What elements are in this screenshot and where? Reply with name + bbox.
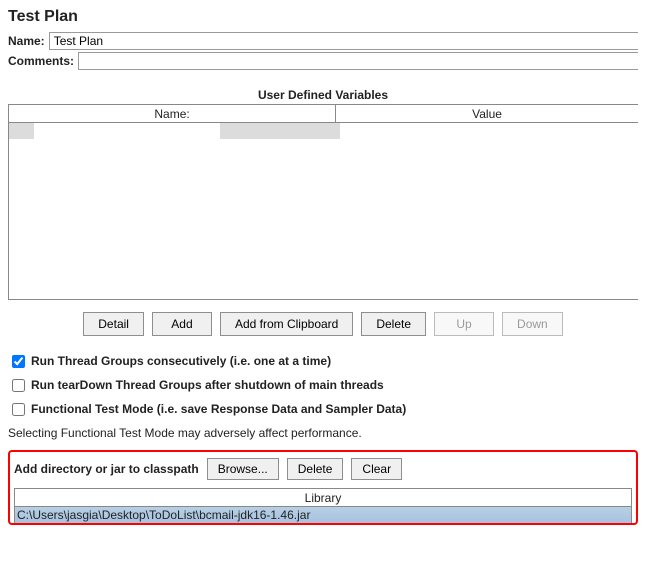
classpath-controls: Add directory or jar to classpath Browse… [14, 458, 632, 480]
functional-mode-checkbox[interactable] [12, 403, 25, 416]
comments-input[interactable] [78, 52, 638, 70]
browse-button[interactable]: Browse... [207, 458, 279, 480]
variables-value-column[interactable]: Value [336, 105, 638, 122]
placeholder-cell [9, 123, 34, 139]
run-consecutively-checkbox[interactable] [12, 355, 25, 368]
functional-mode-option[interactable]: Functional Test Mode (i.e. save Response… [8, 402, 638, 416]
variable-buttons-row: Detail Add Add from Clipboard Delete Up … [8, 312, 638, 336]
detail-button[interactable]: Detail [83, 312, 144, 336]
name-input[interactable] [49, 32, 638, 50]
run-teardown-checkbox[interactable] [12, 379, 25, 392]
name-field-row: Name: [8, 32, 638, 50]
options-section: Run Thread Groups consecutively (i.e. on… [8, 354, 638, 440]
variables-table-header: Name: Value [9, 105, 638, 123]
variables-table-body[interactable] [9, 123, 638, 299]
library-table: Library C:\Users\jasgia\Desktop\ToDoList… [14, 488, 632, 523]
variables-name-column[interactable]: Name: [9, 105, 336, 122]
add-button[interactable]: Add [152, 312, 212, 336]
name-label: Name: [8, 34, 45, 48]
classpath-highlight: Add directory or jar to classpath Browse… [8, 450, 638, 525]
comments-label: Comments: [8, 54, 74, 68]
run-consecutively-option[interactable]: Run Thread Groups consecutively (i.e. on… [8, 354, 638, 368]
library-row[interactable]: C:\Users\jasgia\Desktop\ToDoList\bcmail-… [15, 507, 631, 523]
variables-table: Name: Value [8, 104, 638, 300]
add-from-clipboard-button[interactable]: Add from Clipboard [220, 312, 353, 336]
placeholder-cell [220, 123, 340, 139]
comments-field-row: Comments: [8, 52, 638, 70]
clear-button[interactable]: Clear [351, 458, 402, 480]
library-column-header[interactable]: Library [15, 489, 631, 507]
table-row[interactable] [9, 123, 638, 139]
up-button: Up [434, 312, 494, 336]
classpath-label: Add directory or jar to classpath [14, 462, 199, 476]
down-button: Down [502, 312, 563, 336]
delete-button[interactable]: Delete [361, 312, 426, 336]
run-consecutively-label: Run Thread Groups consecutively (i.e. on… [31, 354, 331, 368]
run-teardown-option[interactable]: Run tearDown Thread Groups after shutdow… [8, 378, 638, 392]
functional-mode-note: Selecting Functional Test Mode may adver… [8, 426, 638, 440]
functional-mode-label: Functional Test Mode (i.e. save Response… [31, 402, 406, 416]
user-defined-variables-title: User Defined Variables [8, 88, 638, 102]
page-title: Test Plan [8, 8, 638, 26]
run-teardown-label: Run tearDown Thread Groups after shutdow… [31, 378, 384, 392]
classpath-delete-button[interactable]: Delete [287, 458, 344, 480]
